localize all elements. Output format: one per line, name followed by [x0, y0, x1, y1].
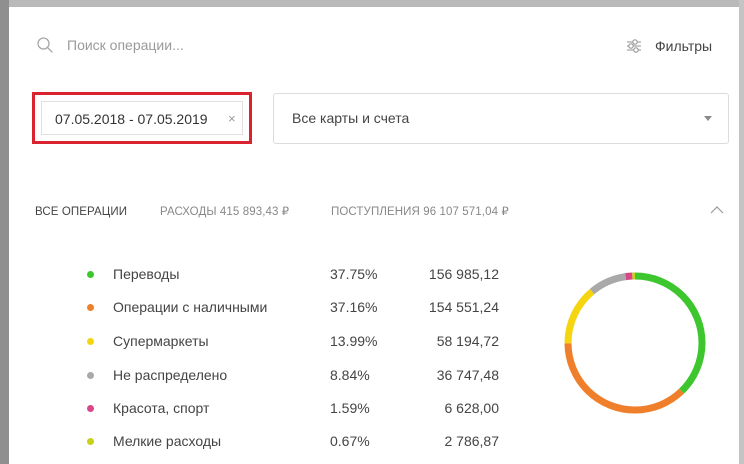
- list-item[interactable]: Переводы 37.75% 156 985,12: [0, 264, 560, 286]
- category-amount: 2 786,87: [444, 433, 500, 449]
- filters-label: Фильтры: [655, 38, 713, 54]
- category-amount: 36 747,48: [436, 367, 499, 383]
- list-item[interactable]: Не распределено 8.84% 36 747,48: [0, 365, 560, 387]
- filter-sliders-icon: [627, 39, 641, 53]
- category-amount: 6 628,00: [444, 400, 500, 416]
- category-percent: 1.59%: [330, 400, 370, 416]
- list-item[interactable]: Мелкие расходы 0.67% 2 786,87: [0, 431, 560, 453]
- category-label: Переводы: [113, 266, 180, 282]
- date-range-value[interactable]: 07.05.2018 - 07.05.2019: [55, 110, 208, 128]
- category-amount: 58 194,72: [436, 333, 499, 349]
- tab-all-operations[interactable]: ВСЕ ОПЕРАЦИИ: [35, 205, 127, 219]
- category-donut-chart: [564, 272, 706, 414]
- clear-date-icon[interactable]: ×: [228, 110, 236, 128]
- account-select-value: Все карты и счета: [292, 110, 410, 126]
- list-item[interactable]: Супермаркеты 13.99% 58 194,72: [0, 331, 560, 353]
- window-frame-left: [0, 0, 9, 464]
- category-label: Красота, спорт: [113, 400, 210, 416]
- category-percent: 8.84%: [330, 367, 370, 383]
- category-color-dot: [87, 372, 94, 379]
- search-input[interactable]: Поиск операции...: [67, 37, 184, 54]
- category-label: Операции с наличными: [113, 299, 268, 315]
- category-color-dot: [87, 405, 94, 412]
- category-label: Супермаркеты: [113, 333, 209, 349]
- list-item[interactable]: Операции с наличными 37.16% 154 551,24: [0, 297, 560, 319]
- search-icon[interactable]: [37, 37, 53, 53]
- category-label: Не распределено: [113, 367, 228, 383]
- category-color-dot: [87, 271, 94, 278]
- category-percent: 37.16%: [330, 299, 378, 315]
- tab-income[interactable]: ПОСТУПЛЕНИЯ 96 107 571,04 ₽: [331, 205, 509, 219]
- category-color-dot: [87, 338, 94, 345]
- window-frame-top: [0, 0, 744, 7]
- category-color-dot: [87, 304, 94, 311]
- category-percent: 37.75%: [330, 266, 378, 282]
- category-color-dot: [87, 438, 94, 445]
- account-select[interactable]: Все карты и счета: [273, 93, 729, 144]
- category-label: Мелкие расходы: [113, 433, 222, 449]
- window-frame-right: [739, 0, 744, 464]
- category-amount: 154 551,24: [428, 299, 499, 315]
- category-percent: 0.67%: [330, 433, 370, 449]
- category-amount: 156 985,12: [428, 266, 499, 282]
- list-item[interactable]: Красота, спорт 1.59% 6 628,00: [0, 398, 560, 420]
- filters-button[interactable]: Фильтры: [626, 36, 712, 56]
- category-percent: 13.99%: [330, 333, 378, 349]
- tab-expenses[interactable]: РАСХОДЫ 415 893,43 ₽: [160, 205, 289, 219]
- chevron-down-icon: [704, 116, 712, 121]
- chevron-up-icon[interactable]: [710, 205, 724, 215]
